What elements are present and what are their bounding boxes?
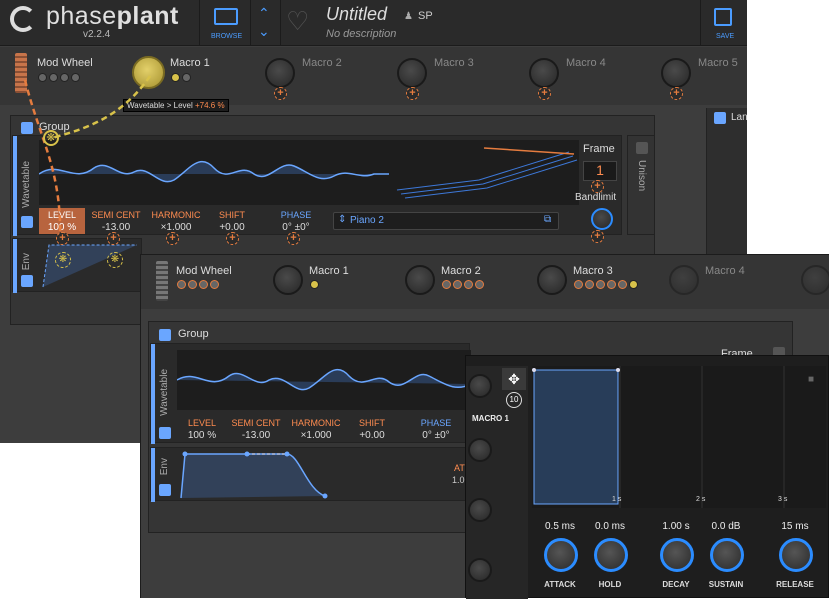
env-label: Env [159, 458, 170, 476]
param-value[interactable]: 100 % [179, 430, 225, 441]
param-value[interactable]: ×1.000 [289, 430, 343, 441]
time-mark: 2 s [696, 496, 706, 503]
macro-4-knob[interactable] [669, 265, 699, 295]
sustain-knob[interactable] [710, 538, 744, 572]
wavetable-display [177, 350, 471, 410]
knob-label: SUSTAIN [708, 580, 744, 589]
attack-knob[interactable] [544, 538, 578, 572]
knob-value: 0.5 ms [544, 521, 575, 532]
group-title: Group [178, 328, 209, 340]
mod-wheel-icon[interactable] [156, 261, 168, 301]
param-label: SEMI CENT [231, 418, 281, 428]
add-modulation-icon[interactable]: + [591, 180, 604, 193]
macro-1-knob[interactable] [273, 265, 303, 295]
macro-label: Macro 1 [309, 265, 349, 277]
macro-column: ✥ 10 MACRO 1 [466, 366, 528, 599]
macro-knob[interactable] [468, 498, 492, 522]
add-modulation-icon[interactable]: + [107, 232, 120, 245]
macro-label: Mod Wheel [176, 265, 232, 277]
mod-source-icon[interactable]: ❋ [55, 252, 71, 268]
attack-short-label: AT [454, 463, 465, 473]
group-enable-checkbox[interactable] [159, 329, 171, 341]
attack-short-value: 1.0 [452, 475, 465, 485]
param-label: LEVEL [187, 418, 217, 428]
wavetable-enable-checkbox[interactable] [159, 427, 171, 439]
time-mark: 1 s [612, 496, 622, 503]
add-modulation-icon[interactable]: + [591, 230, 604, 243]
macro-2-knob[interactable] [405, 265, 435, 295]
add-modulation-icon[interactable]: + [226, 232, 239, 245]
param-label: HARMONIC [291, 418, 341, 428]
wavetable-panel: Wavetable LEVEL 100 % SEMI CENT -13.00 H… [150, 343, 471, 444]
param-value[interactable]: 0° ±0° [413, 430, 459, 441]
param-label: SHIFT [359, 418, 385, 428]
hold-knob[interactable] [594, 538, 628, 572]
time-mark: 3 s [778, 496, 788, 503]
macro-3-knob[interactable] [537, 265, 567, 295]
knob-value: 1.00 s [662, 521, 690, 532]
macro-label: Macro 4 [705, 265, 745, 277]
add-modulation-icon[interactable]: + [287, 232, 300, 245]
env-panel: Env [150, 447, 470, 502]
add-modulation-icon[interactable]: + [56, 232, 69, 245]
envelope-graph [532, 366, 826, 508]
macro-knob[interactable] [468, 374, 492, 398]
param-value[interactable]: -13.00 [229, 430, 283, 441]
macro-row: Mod Wheel Macro 1 Macro 2 Macro 3 Macro … [141, 255, 829, 309]
env-enable-checkbox[interactable] [159, 484, 171, 496]
knob-value: 15 ms [781, 521, 809, 532]
envelope-editor: ✥ 10 MACRO 1 1 s 2 s 3 s ■ 0.5 ms ATTACK… [465, 355, 829, 599]
knob-label: ATTACK [544, 580, 576, 589]
release-knob[interactable] [779, 538, 813, 572]
move-icon[interactable]: ✥ [502, 368, 526, 390]
knob-label: DECAY [662, 580, 690, 589]
param-label: PHASE [420, 418, 452, 428]
macro-5-knob[interactable] [801, 265, 829, 295]
macro-knob[interactable] [468, 558, 492, 582]
macro-label: Macro 2 [441, 265, 481, 277]
mod-count-badge: 10 [506, 392, 522, 408]
macro-label: Macro 3 [573, 265, 613, 277]
param-value[interactable]: +0.00 [349, 430, 395, 441]
macro-column-label: MACRO 1 [472, 414, 509, 423]
env-display [180, 451, 328, 499]
decay-knob[interactable] [660, 538, 694, 572]
lock-icon[interactable]: ■ [808, 374, 814, 385]
knob-label: HOLD [598, 580, 622, 589]
mod-source-icon[interactable]: ❋ [43, 130, 59, 146]
add-modulation-icon[interactable]: + [166, 232, 179, 245]
mod-source-icon[interactable]: ❋ [107, 252, 123, 268]
knob-value: 0.0 dB [711, 521, 741, 532]
wavetable-label: Wavetable [159, 369, 170, 416]
knob-label: RELEASE [776, 580, 814, 589]
macro-knob[interactable] [468, 438, 492, 462]
knob-value: 0.0 ms [594, 521, 625, 532]
